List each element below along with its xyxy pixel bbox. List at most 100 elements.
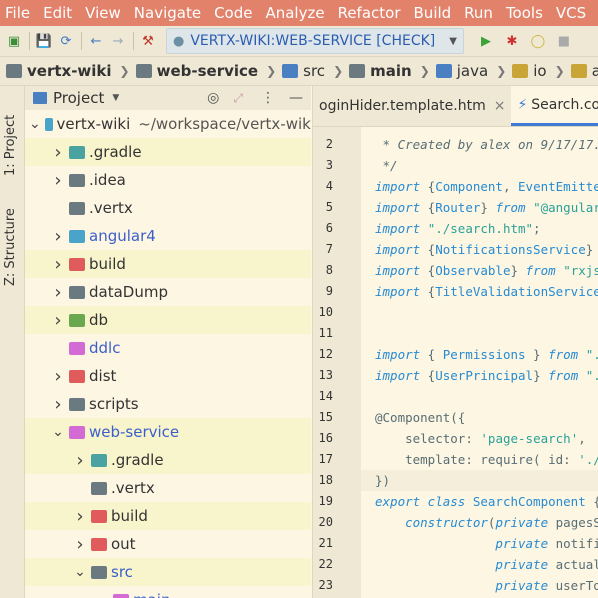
breadcrumb-label: io — [533, 62, 547, 80]
code-line[interactable]: template: require( id: './sea — [375, 452, 598, 467]
line-number: 6 — [325, 221, 333, 235]
menu-item-analyze[interactable]: Analyze — [265, 4, 324, 22]
coverage-icon[interactable]: ◯ — [530, 33, 546, 49]
tree-item-dot-gradle[interactable]: › .gradle — [25, 138, 311, 166]
sync-icon[interactable]: ⟳ — [58, 33, 74, 49]
breadcrumb-item-main[interactable]: main ❯ — [349, 62, 430, 80]
chevron-right-icon[interactable]: › — [51, 366, 65, 387]
menu-item-run[interactable]: Run — [464, 4, 493, 22]
code-line[interactable]: constructor(private pagesSer — [375, 515, 598, 530]
breadcrumb-item-vertx-wiki[interactable]: vertx-wiki ❯ — [6, 62, 130, 80]
stop-icon[interactable]: ■ — [556, 33, 572, 49]
tree-item-ddlc[interactable]: ddlc — [25, 334, 311, 362]
code-line[interactable]: import { Permissions } from "../ — [375, 347, 598, 362]
more-options-icon[interactable]: ⋮ — [261, 90, 275, 106]
editor-tab[interactable]: oginHider.template.htm × — [313, 86, 511, 126]
menu-item-code[interactable]: Code — [214, 4, 252, 22]
tree-item-dot-gradle[interactable]: › .gradle — [25, 446, 311, 474]
run-icon[interactable]: ▶ — [478, 33, 494, 49]
tree-item-src[interactable]: ⌄ src — [25, 558, 311, 586]
collapse-all-icon[interactable]: ⤢ — [233, 91, 243, 106]
chevron-right-icon[interactable]: › — [51, 394, 65, 415]
forward-arrow-icon[interactable]: → — [110, 33, 126, 49]
chevron-right-icon[interactable]: › — [51, 142, 65, 163]
menu-item-refactor[interactable]: Refactor — [338, 4, 401, 22]
menu-item-vcs[interactable]: VCS — [556, 4, 586, 22]
code-line[interactable]: import {Observable} from "rxjs/O — [375, 263, 598, 278]
tree-item-build[interactable]: › build — [25, 502, 311, 530]
chevron-down-icon[interactable]: ⌄ — [51, 424, 65, 440]
code-line[interactable]: selector: 'page-search', — [375, 431, 598, 446]
breadcrumb-item-acari[interactable]: acari — [570, 62, 598, 80]
breadcrumb-item-io[interactable]: io ❯ — [512, 62, 565, 80]
code-line[interactable]: */ — [375, 158, 598, 173]
project-structure-icon[interactable]: ▣ — [6, 33, 22, 49]
tool-tab-project[interactable]: 1: Project — [3, 115, 18, 176]
chevron-down-icon[interactable]: ▼ — [112, 93, 119, 103]
menu-item-view[interactable]: View — [85, 4, 121, 22]
code-line[interactable]: private notifica — [375, 536, 598, 551]
tree-item-out[interactable]: › out — [25, 530, 311, 558]
tree-item-dot-vertx[interactable]: .vertx — [25, 474, 311, 502]
tree-item-dot-vertx[interactable]: .vertx — [25, 194, 311, 222]
tree-item-dot-idea[interactable]: › .idea — [25, 166, 311, 194]
chevron-down-icon[interactable]: ⌄ — [29, 116, 41, 132]
close-icon[interactable]: × — [494, 98, 506, 114]
menu-item-build[interactable]: Build — [414, 4, 452, 22]
chevron-right-icon[interactable]: › — [51, 282, 65, 303]
chevron-right-icon[interactable]: › — [51, 226, 65, 247]
code-line[interactable]: import {UserPrincipal} from "../ — [375, 368, 598, 383]
minimize-icon[interactable]: — — [289, 90, 303, 106]
tree-item-web-service[interactable]: ⌄ web-service — [25, 418, 311, 446]
run-configuration-selector[interactable]: ● VERTX-WIKI:WEB-SERVICE [CHECK] ▼ — [166, 28, 464, 54]
chevron-right-icon[interactable]: › — [73, 506, 87, 527]
chevron-right-icon[interactable]: › — [51, 310, 65, 331]
breadcrumb-item-web-service[interactable]: web-service ❯ — [135, 62, 276, 80]
tree-item-db[interactable]: › db — [25, 306, 311, 334]
editor-tab[interactable]: ⚡Search.com — [511, 86, 598, 126]
code-line[interactable]: import "./search.htm"; — [375, 221, 598, 236]
folder-icon — [69, 229, 85, 243]
code-line[interactable]: private userToke — [375, 578, 598, 593]
locate-target-icon[interactable]: ◎ — [207, 90, 219, 106]
menu-item-navigate[interactable]: Navigate — [134, 4, 201, 22]
debug-bug-icon[interactable]: ✱ — [504, 33, 520, 49]
chevron-down-icon[interactable]: ⌄ — [73, 564, 87, 580]
tree-item-angular4[interactable]: › angular4 — [25, 222, 311, 250]
code-line[interactable]: * Created by alex on 9/17/17. — [375, 137, 598, 152]
code-line[interactable]: private actualRo — [375, 557, 598, 572]
breadcrumb-item-java[interactable]: java ❯ — [435, 62, 506, 80]
menu-item-tools[interactable]: Tools — [506, 4, 543, 22]
breadcrumb-label: web-service — [156, 62, 259, 80]
tree-item-main[interactable]: ⌄ main — [25, 586, 311, 598]
back-arrow-icon[interactable]: ← — [88, 33, 104, 49]
folder-icon — [44, 117, 53, 131]
tree-item-label: .gradle — [89, 143, 142, 161]
chevron-right-icon[interactable]: › — [73, 534, 87, 555]
code-line[interactable]: import {TitleValidationService} — [375, 284, 598, 299]
folder-icon — [69, 369, 85, 383]
build-hammer-icon[interactable]: ⚒ — [140, 33, 156, 49]
code-line[interactable]: export class SearchComponent { — [375, 494, 598, 509]
code-line[interactable]: import {Component, EventEmitter, — [375, 179, 598, 194]
tree-item-scripts[interactable]: › scripts — [25, 390, 311, 418]
chevron-right-icon[interactable]: › — [73, 450, 87, 471]
tree-item-dataDump[interactable]: › dataDump — [25, 278, 311, 306]
tree-item-dist[interactable]: › dist — [25, 362, 311, 390]
breadcrumb-item-src[interactable]: src ❯ — [282, 62, 343, 80]
code-line[interactable]: @Component({ — [375, 410, 598, 425]
project-panel-title[interactable]: Project — [53, 89, 104, 107]
chevron-right-icon[interactable]: › — [51, 170, 65, 191]
code-line[interactable]: import {Router} from "@angular/r — [375, 200, 598, 215]
chevron-down-icon[interactable]: ⌄ — [95, 592, 109, 598]
chevron-right-icon[interactable]: › — [51, 254, 65, 275]
save-icon[interactable]: 💾 — [36, 33, 52, 49]
tree-item-vertx-wiki[interactable]: ⌄ vertx-wiki ~/workspace/vertx-wiki — [25, 110, 311, 138]
tree-item-label: db — [89, 311, 109, 329]
code-line[interactable]: }) — [375, 473, 598, 488]
menu-item-file[interactable]: File — [5, 4, 30, 22]
tool-tab-structure[interactable]: Z: Structure — [3, 208, 18, 286]
menu-item-edit[interactable]: Edit — [43, 4, 72, 22]
tree-item-build[interactable]: › build — [25, 250, 311, 278]
code-line[interactable]: import {NotificationsService} fr — [375, 242, 598, 257]
